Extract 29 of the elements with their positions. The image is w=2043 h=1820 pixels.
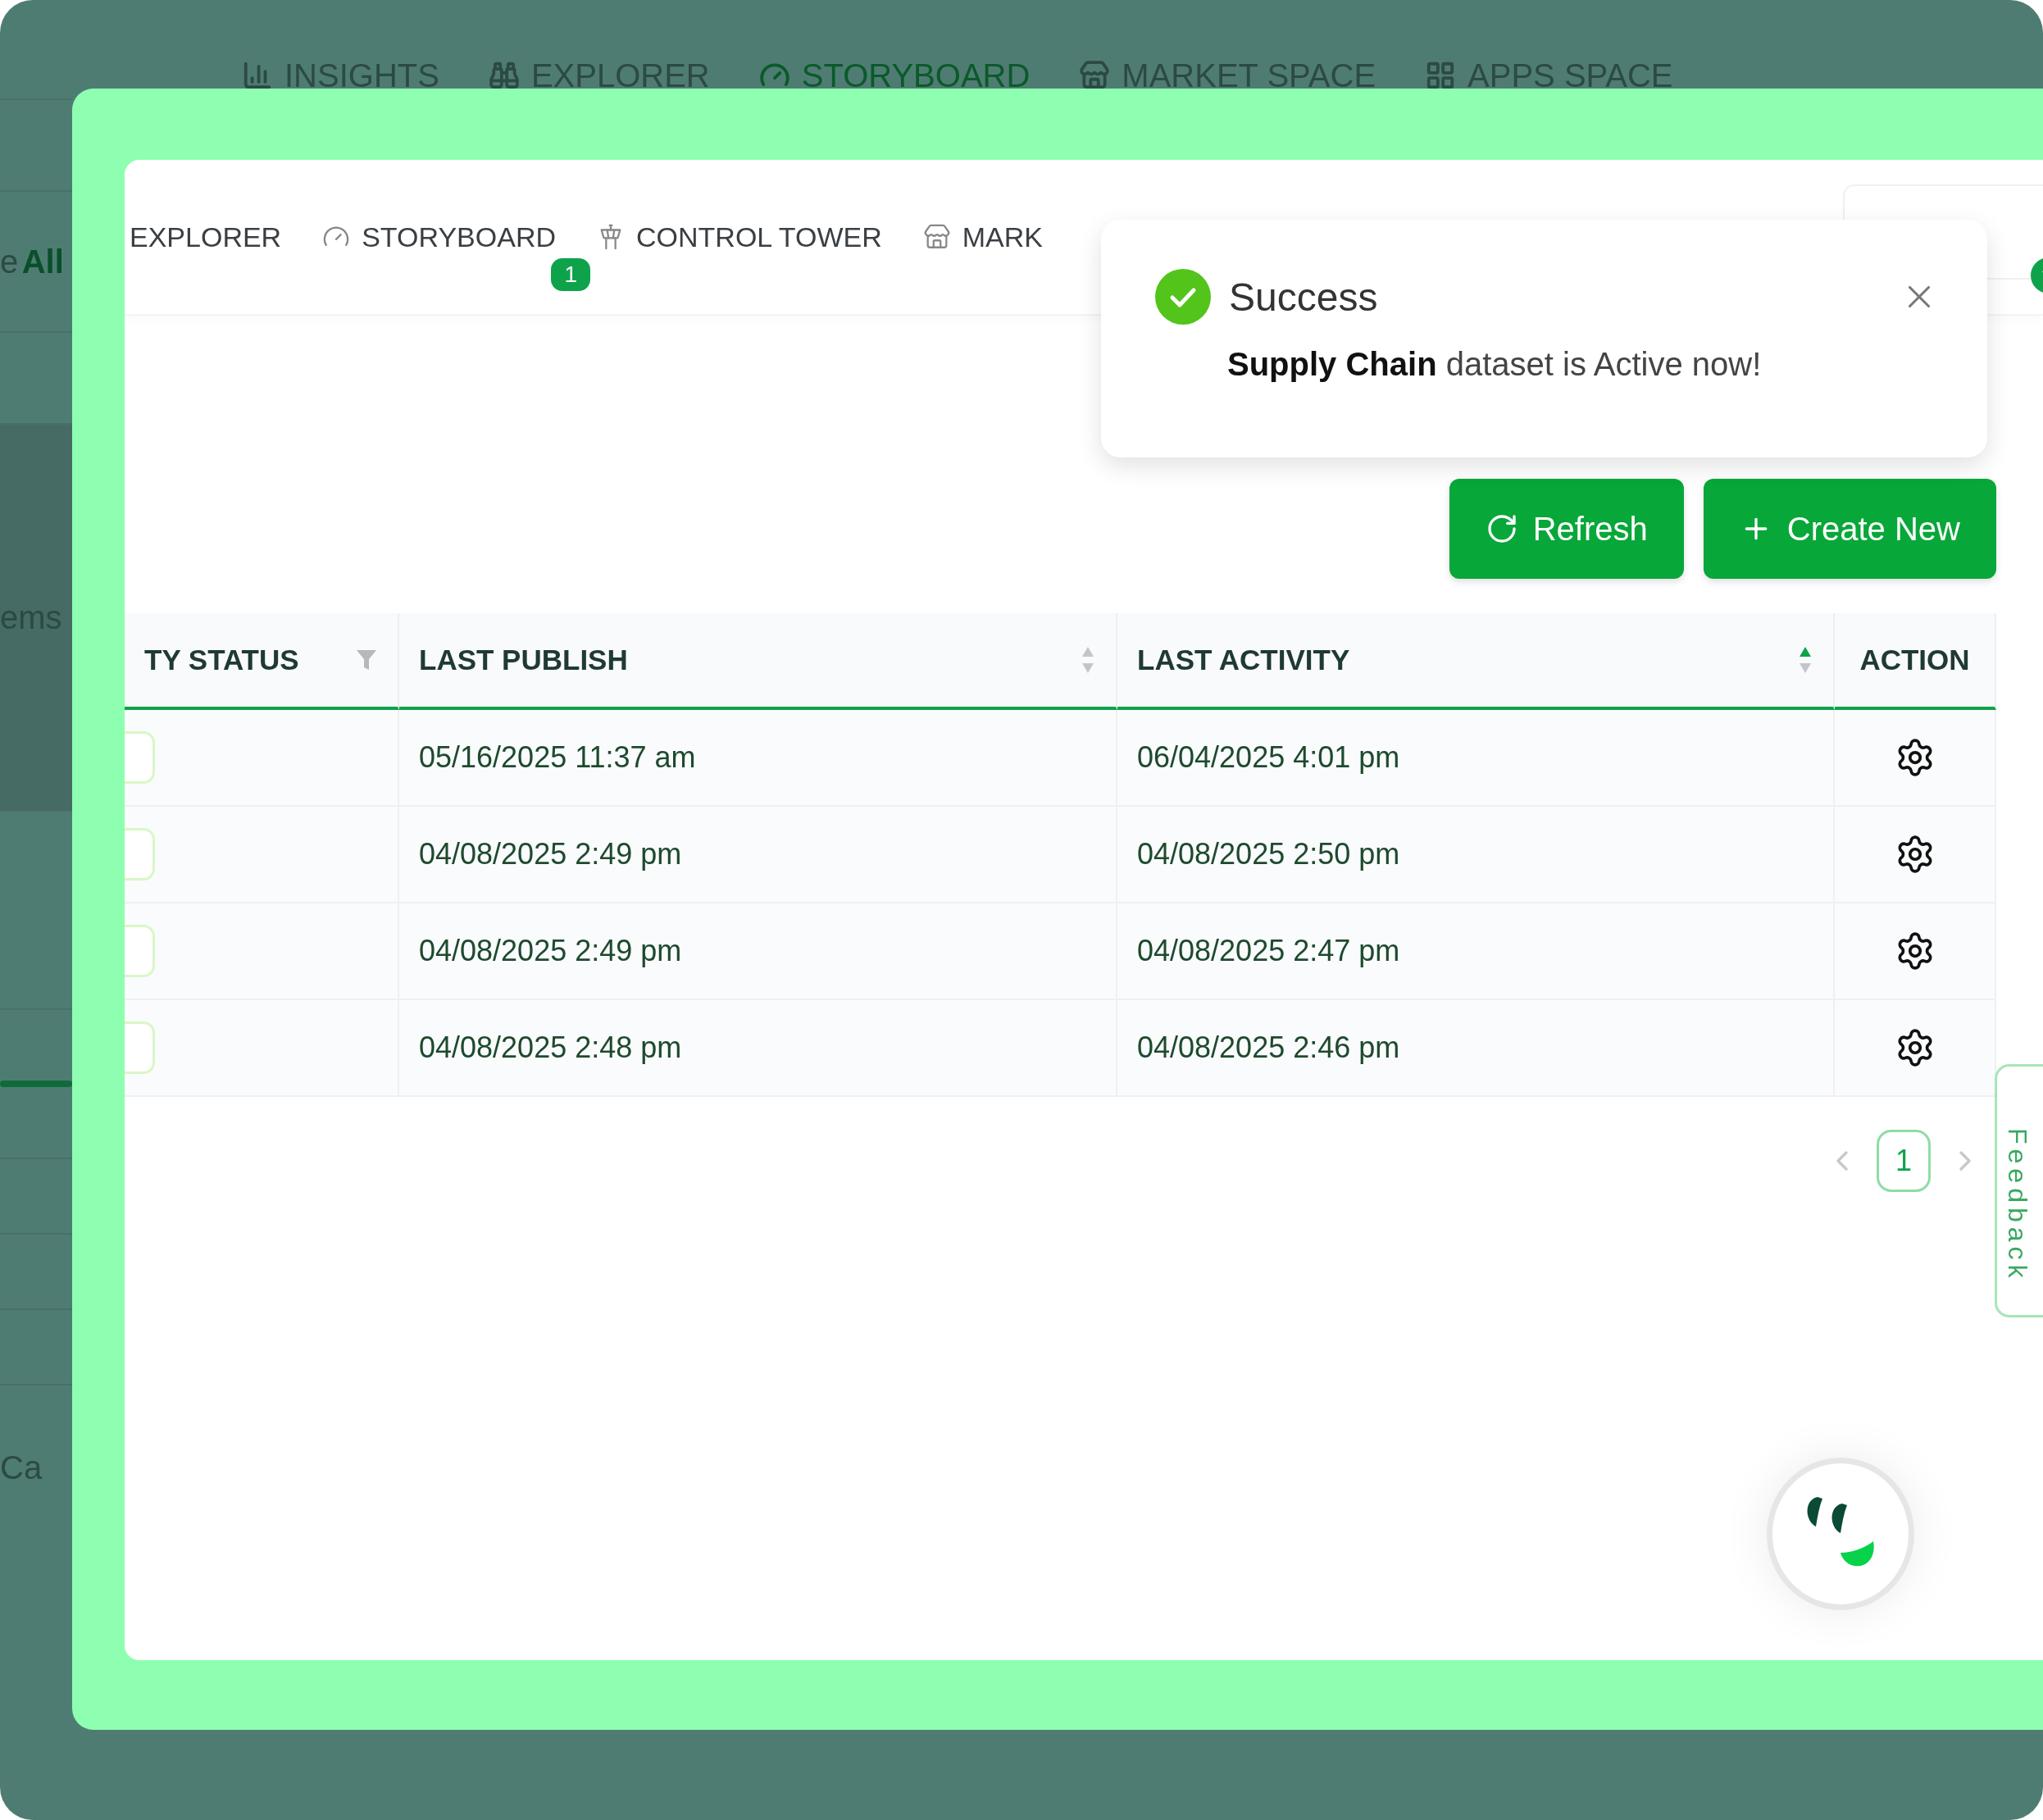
- check-circle-icon: [1155, 269, 1211, 325]
- table-cell: 04/08/2025 2:50 pm: [1117, 807, 1835, 903]
- filter-value: All: [21, 243, 64, 280]
- create-button[interactable]: Create New: [1703, 479, 1996, 579]
- table-cell: 04/08/2025 2:49 pm: [399, 903, 1117, 1000]
- binoculars-icon: [488, 60, 520, 91]
- count-badge: 1: [551, 257, 590, 291]
- nav-tab[interactable]: EXPLORER: [130, 221, 282, 253]
- nav-tab[interactable]: MARK: [922, 221, 1043, 253]
- page-button[interactable]: 1: [1877, 1130, 1931, 1192]
- nav-tab[interactable]: CONTROL TOWER: [597, 221, 882, 253]
- store-icon: [1079, 60, 1111, 91]
- feedback-tab[interactable]: Feedback: [1995, 1064, 2043, 1317]
- toast-title: Success: [1229, 274, 1379, 320]
- table-cell: 05/16/2025 11:37 am: [399, 710, 1117, 807]
- table-cell: 04/08/2025 2:49 pm: [399, 807, 1117, 903]
- bar-chart-icon: [242, 60, 273, 91]
- table-cell: 04/08/2025 2:47 pm: [1117, 903, 1835, 1000]
- column-title: LAST ACTIVITY: [1137, 644, 1350, 676]
- column-title: TY STATUS: [144, 644, 299, 676]
- table-cell: 04/08/2025 2:48 pm: [399, 1000, 1117, 1097]
- refresh-button[interactable]: Refresh: [1449, 479, 1684, 579]
- column-title: ACTION: [1859, 644, 1970, 676]
- table-cell: 04/08/2025 2:46 pm: [1117, 1000, 1835, 1097]
- store-icon: [922, 223, 951, 251]
- column-title: LAST PUBLISH: [419, 644, 628, 676]
- toast-message: Supply Chain dataset is Active now!: [1226, 346, 1763, 383]
- table-cell: 06/04/2025 4:01 pm: [1117, 710, 1835, 807]
- nav-tab[interactable]: STORYBOARD: [758, 52, 1031, 98]
